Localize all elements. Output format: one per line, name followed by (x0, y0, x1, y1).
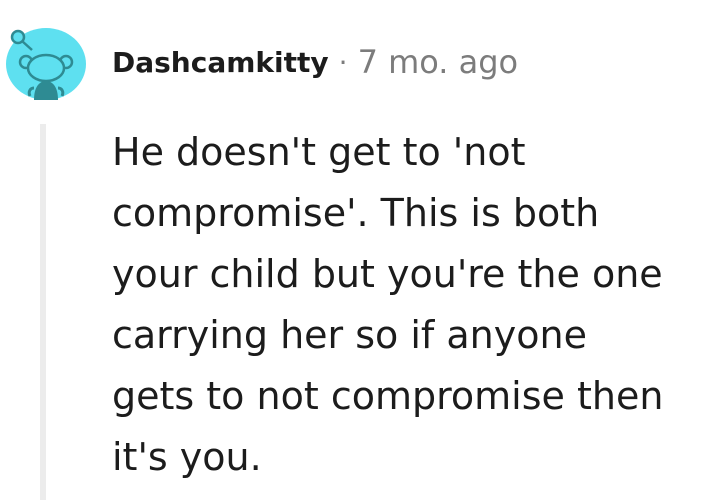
comment-body: He doesn't get to 'not compromise'. This… (112, 122, 722, 488)
comment-body-line: carrying her so if anyone (112, 313, 587, 357)
comment-body-line: it's you. (112, 435, 262, 479)
comment-timestamp[interactable]: 7 mo. ago (358, 43, 519, 81)
comment-body-line: He doesn't get to 'not (112, 130, 526, 174)
comment-body-line: gets to not compromise then (112, 374, 664, 418)
reddit-snoo-avatar-icon (6, 28, 86, 100)
comment-author[interactable]: Dashcamkitty (112, 46, 329, 79)
comment-body-line: your child but you're the one (112, 252, 663, 296)
avatar[interactable] (4, 26, 88, 100)
thread-line[interactable] (40, 124, 46, 500)
comment-body-line: compromise'. This is both (112, 191, 600, 235)
header-separator: · (338, 45, 348, 79)
comment-header: Dashcamkitty · 7 mo. ago (112, 40, 518, 84)
